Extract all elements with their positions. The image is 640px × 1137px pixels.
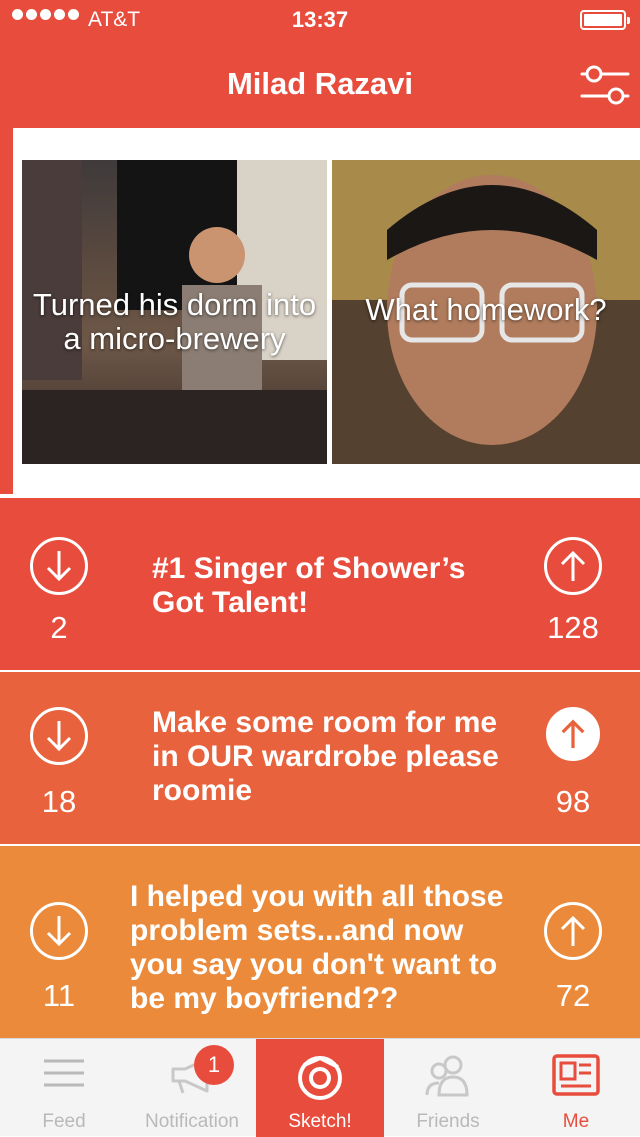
tab-bar: Feed 1 Notification Sketch! Friends Me bbox=[0, 1038, 640, 1137]
camera-icon bbox=[256, 1053, 384, 1103]
list-item[interactable]: 2 #1 Singer of Shower’s Got Talent! 128 bbox=[0, 498, 640, 670]
upvote-count: 72 bbox=[555, 978, 591, 1013]
sliders-icon[interactable] bbox=[580, 62, 630, 108]
list-item[interactable]: 11 I helped you with all those problem s… bbox=[0, 846, 640, 1038]
downvote-button[interactable] bbox=[30, 707, 88, 765]
downvote-count: 2 bbox=[50, 610, 68, 645]
card-text: I helped you with all those problem sets… bbox=[130, 880, 504, 1015]
photo-caption: Turned his dorm into a micro-brewery bbox=[32, 287, 317, 356]
status-bar: AT&T 13:37 bbox=[0, 0, 640, 40]
arrow-down-icon bbox=[46, 916, 72, 947]
arrow-down-icon bbox=[46, 551, 72, 582]
arrow-up-icon bbox=[560, 915, 586, 946]
list-item[interactable]: 18 Make some room for me in OUR wardrobe… bbox=[0, 672, 640, 844]
card-text: Make some room for me in OUR wardrobe pl… bbox=[152, 706, 499, 807]
photo-card-brewery[interactable]: Turned his dorm into a micro-brewery bbox=[22, 160, 327, 464]
downvote-button[interactable] bbox=[30, 537, 88, 595]
card-text: #1 Singer of Shower’s Got Talent! bbox=[152, 552, 466, 619]
tab-friends[interactable]: Friends bbox=[384, 1039, 512, 1137]
tab-label: Me bbox=[562, 1111, 590, 1132]
navigation-bar: Milad Razavi bbox=[0, 40, 640, 128]
photo-gallery: Turned his dorm into a micro-brewery Wha… bbox=[0, 128, 640, 494]
megaphone-icon bbox=[128, 1053, 256, 1097]
upvote-button[interactable] bbox=[544, 902, 602, 960]
tab-label: Notification bbox=[145, 1111, 239, 1132]
tab-label: Sketch! bbox=[288, 1111, 352, 1132]
photo-card-homework[interactable]: What homework? bbox=[332, 160, 640, 464]
arrow-up-icon bbox=[560, 550, 586, 581]
tab-label: Feed bbox=[42, 1111, 86, 1132]
photo-caption: What homework? bbox=[365, 292, 607, 327]
battery-icon bbox=[580, 10, 630, 30]
arrow-up-icon bbox=[561, 719, 585, 749]
upvote-button[interactable] bbox=[546, 707, 600, 761]
tab-label: Friends bbox=[416, 1111, 480, 1132]
upvote-count: 98 bbox=[555, 784, 591, 819]
downvote-count: 18 bbox=[41, 784, 77, 819]
page-title: Milad Razavi bbox=[226, 66, 414, 101]
notification-badge: 1 bbox=[194, 1045, 234, 1085]
list-icon bbox=[0, 1053, 128, 1093]
downvote-count: 11 bbox=[42, 978, 76, 1013]
tab-sketch[interactable]: Sketch! bbox=[256, 1039, 384, 1137]
people-icon bbox=[384, 1053, 512, 1099]
tab-notification[interactable]: 1 Notification bbox=[128, 1039, 256, 1137]
profile-card-icon bbox=[512, 1053, 640, 1097]
tab-me[interactable]: Me bbox=[512, 1039, 640, 1137]
upvote-button[interactable] bbox=[544, 537, 602, 595]
upvote-count: 128 bbox=[547, 610, 599, 645]
downvote-button[interactable] bbox=[30, 902, 88, 960]
arrow-down-icon bbox=[46, 721, 72, 752]
status-time: 13:37 bbox=[291, 7, 349, 32]
tab-feed[interactable]: Feed bbox=[0, 1039, 128, 1137]
accent-bar bbox=[0, 128, 13, 494]
